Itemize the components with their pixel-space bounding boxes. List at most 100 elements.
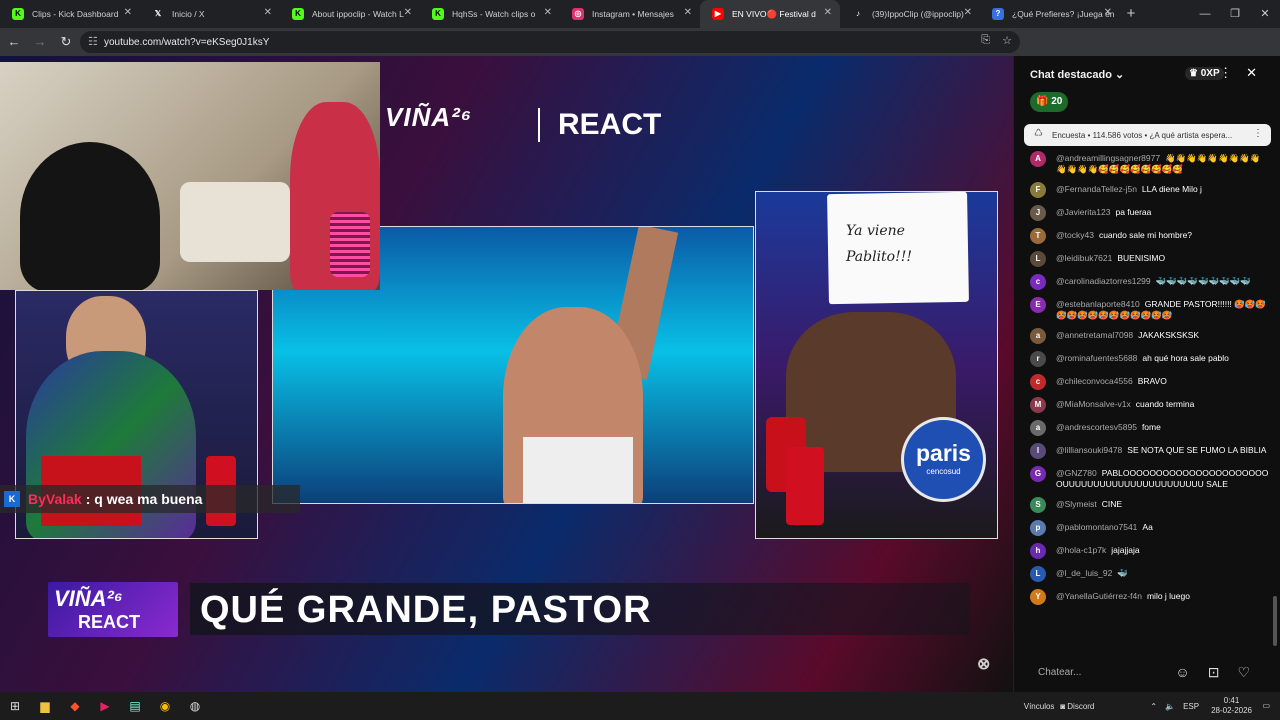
tab-instagram[interactable]: ◎ Instagram • Mensajes ✕ bbox=[560, 0, 700, 28]
volume-icon[interactable]: 🔈 bbox=[1165, 702, 1175, 711]
avatar[interactable]: c bbox=[1030, 274, 1046, 290]
chat-message[interactable]: c @carolinadiaztorres1299 🐳🐳🐳🐳🐳🐳🐳🐳🐳 bbox=[1014, 273, 1276, 291]
tab-youtube-live[interactable]: ▶ EN VIVO🔴 Festival d ✕ bbox=[700, 0, 840, 28]
notifications-icon[interactable]: ▭ bbox=[1262, 701, 1270, 710]
chat-message[interactable]: J @Javierita123 pa fueraa bbox=[1014, 204, 1276, 222]
chat-message[interactable]: l @lilliansouki9478 SE NOTA QUE SE FUMO LA… bbox=[1014, 442, 1276, 460]
avatar[interactable]: a bbox=[1030, 420, 1046, 436]
bookmark-star-icon[interactable]: ☆ bbox=[1002, 34, 1012, 47]
avatar[interactable]: h bbox=[1030, 543, 1046, 559]
avatar[interactable]: G bbox=[1030, 466, 1046, 482]
app-icon[interactable]: ▤ bbox=[120, 692, 150, 720]
chat-message[interactable]: M @MiaMonsalve-v1x cuando termina bbox=[1014, 396, 1276, 414]
obs-icon[interactable]: ◍ bbox=[180, 692, 210, 720]
chat-username[interactable]: @hola-c1p7k bbox=[1056, 545, 1106, 555]
chat-username[interactable]: @FernandaTellez-j5n bbox=[1056, 184, 1137, 194]
back-icon[interactable]: ← bbox=[2, 30, 26, 54]
discord-label[interactable]: Discord bbox=[1067, 702, 1094, 711]
tab-hqhss-clips[interactable]: K HqhSs - Watch clips o ✕ bbox=[420, 0, 560, 28]
avatar[interactable]: S bbox=[1030, 497, 1046, 513]
chat-username[interactable]: @estebanlaporte8410 bbox=[1056, 299, 1140, 309]
chat-message[interactable]: a @andrescortesv5895 fome bbox=[1014, 419, 1276, 437]
chat-username[interactable]: @annetretamal7098 bbox=[1056, 330, 1133, 340]
chat-message[interactable]: G @GNZ780 PABLOOOOOOOOOOOOOOOOOOOOOOOUUUUU… bbox=[1014, 465, 1276, 491]
emoji-icon[interactable]: ☺ bbox=[1175, 664, 1207, 680]
brave-icon[interactable]: ◆ bbox=[60, 692, 90, 720]
avatar[interactable]: l bbox=[1030, 443, 1046, 459]
heart-icon[interactable]: ♡ bbox=[1237, 664, 1268, 680]
tab-about-ippoclip[interactable]: K About ippoclip - Watch L ✕ bbox=[280, 0, 420, 28]
address-bar[interactable]: ☷ youtube.com/watch?v=eKSeg0J1ksY ⎘ ☆ bbox=[80, 31, 1020, 53]
poll-more-icon[interactable]: ⋮ bbox=[1253, 128, 1263, 139]
video-player[interactable]: VIÑA²⁶ REACT Ya viene Pablito!!! paris c… bbox=[0, 56, 1013, 692]
vinculos-toolbar[interactable]: Vínculos bbox=[1024, 702, 1055, 711]
avatar[interactable]: A bbox=[1030, 151, 1046, 167]
chat-message[interactable]: Y @YanellaGutiérrez-f4n milo j luego bbox=[1014, 588, 1276, 606]
avatar[interactable]: L bbox=[1030, 251, 1046, 267]
chat-username[interactable]: @leidibuk7621 bbox=[1056, 253, 1112, 263]
chat-username[interactable]: @GNZ780 bbox=[1056, 468, 1097, 478]
chat-username[interactable]: @pablomontano7541 bbox=[1056, 522, 1137, 532]
chat-scrollbar[interactable] bbox=[1273, 596, 1277, 646]
avatar[interactable]: E bbox=[1030, 297, 1046, 313]
close-tab-icon[interactable]: ✕ bbox=[544, 7, 552, 18]
chat-more-icon[interactable]: ⋮ bbox=[1219, 65, 1246, 80]
avatar[interactable]: J bbox=[1030, 205, 1046, 221]
language-indicator[interactable]: ESP bbox=[1183, 702, 1199, 711]
avatar[interactable]: c bbox=[1030, 374, 1046, 390]
avatar[interactable]: T bbox=[1030, 228, 1046, 244]
file-explorer-icon[interactable]: ▆ bbox=[30, 692, 60, 720]
chat-message[interactable]: L @leidibuk7621 BUENISIMO bbox=[1014, 250, 1276, 268]
avatar[interactable]: M bbox=[1030, 397, 1046, 413]
chat-username[interactable]: @l_de_luis_92 bbox=[1056, 568, 1112, 578]
chat-message-list[interactable]: A @andreamillingsagner8977 👋👋👋👋👋👋👋👋👋👋👋👋👋🥰🥰… bbox=[1014, 150, 1276, 660]
chat-message[interactable]: T @tocky43 cuando sale mi hombre? bbox=[1014, 227, 1276, 245]
avatar[interactable]: a bbox=[1030, 328, 1046, 344]
close-window-icon[interactable]: ✕ bbox=[1250, 0, 1280, 28]
chat-username[interactable]: @rominafuentes5688 bbox=[1056, 353, 1137, 363]
close-tab-icon[interactable]: ✕ bbox=[124, 7, 132, 18]
chat-username[interactable]: @andrescortesv5895 bbox=[1056, 422, 1137, 432]
new-tab-button[interactable]: + bbox=[1120, 0, 1142, 28]
chat-message[interactable]: h @hola-c1p7k jajajjaja bbox=[1014, 542, 1276, 560]
avatar[interactable]: L bbox=[1030, 566, 1046, 582]
clock[interactable]: 0:41 28-02-2026 bbox=[1211, 696, 1252, 716]
chat-username[interactable]: @carolinadiaztorres1299 bbox=[1056, 276, 1151, 286]
close-chat-icon[interactable]: ✕ bbox=[1246, 65, 1271, 80]
chat-message[interactable]: p @pablomontano7541 Aa bbox=[1014, 519, 1276, 537]
poll-banner[interactable]: ♺ Encuesta • 114.586 votos • ¿A qué arti… bbox=[1024, 124, 1271, 146]
close-tab-icon[interactable]: ✕ bbox=[264, 7, 272, 18]
start-icon[interactable]: ⊞ bbox=[0, 692, 30, 720]
xp-badge[interactable]: ♛ 0XP bbox=[1185, 67, 1224, 80]
chat-username[interactable]: @lilliansouki9478 bbox=[1056, 445, 1122, 455]
chat-message[interactable]: E @estebanlaporte8410 GRANDE PASTOR!!!!!! … bbox=[1014, 296, 1276, 322]
chat-username[interactable]: @andreamillingsagner8977 bbox=[1056, 153, 1160, 163]
close-tab-icon[interactable]: ✕ bbox=[684, 7, 692, 18]
install-app-icon[interactable]: ⎘ bbox=[981, 34, 990, 47]
avatar[interactable]: r bbox=[1030, 351, 1046, 367]
chat-username[interactable]: @MiaMonsalve-v1x bbox=[1056, 399, 1131, 409]
close-tab-icon[interactable]: ✕ bbox=[964, 7, 972, 18]
chat-username[interactable]: @tocky43 bbox=[1056, 230, 1094, 240]
restore-icon[interactable]: ❐ bbox=[1220, 0, 1250, 28]
chat-message[interactable]: r @rominafuentes5688 ah qué hora sale pabl… bbox=[1014, 350, 1276, 368]
tray-expand-icon[interactable]: ⌃ bbox=[1150, 702, 1157, 711]
site-info-icon[interactable]: ☷ bbox=[88, 35, 98, 48]
chrome-icon[interactable]: ◉ bbox=[150, 692, 180, 720]
chat-input[interactable]: Chatear... bbox=[1028, 660, 1198, 686]
tab-que-prefieres[interactable]: ? ¿Qué Prefieres? ¡Juega en ✕ bbox=[980, 0, 1120, 28]
media-player-icon[interactable]: ▶ bbox=[90, 692, 120, 720]
chat-message[interactable]: a @annetretamal7098 JAKAKSKSKSK bbox=[1014, 327, 1276, 345]
reload-icon[interactable]: ↻ bbox=[54, 30, 78, 54]
chat-username[interactable]: @Slymeist bbox=[1056, 499, 1097, 509]
chat-message[interactable]: F @FernandaTellez-j5n LLA diene Milo j bbox=[1014, 181, 1276, 199]
chat-username[interactable]: @Javierita123 bbox=[1056, 207, 1110, 217]
avatar[interactable]: F bbox=[1030, 182, 1046, 198]
tab-kick-dashboard[interactable]: K Clips - Kick Dashboard ✕ bbox=[0, 0, 140, 28]
minimize-icon[interactable]: — bbox=[1190, 0, 1220, 28]
chat-username[interactable]: @YanellaGutiérrez-f4n bbox=[1056, 591, 1142, 601]
tab-tiktok[interactable]: ♪ (39)IppoClip (@ippoclip) ✕ bbox=[840, 0, 980, 28]
avatar[interactable]: p bbox=[1030, 520, 1046, 536]
super-chat-icon[interactable]: ⊡ bbox=[1208, 664, 1238, 680]
avatar[interactable]: Y bbox=[1030, 589, 1046, 605]
